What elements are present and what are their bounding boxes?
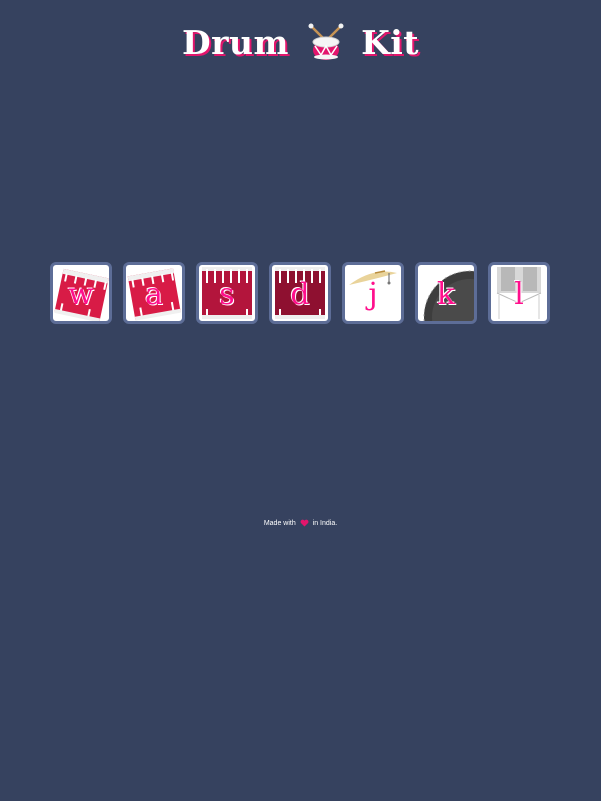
key-letter-a: a bbox=[145, 277, 163, 312]
drum-key-l[interactable]: l bbox=[488, 262, 550, 324]
key-letter-w: w bbox=[68, 277, 94, 312]
key-letter-l: l bbox=[514, 277, 524, 312]
footer-in-india: in India. bbox=[312, 519, 338, 527]
drum-key-a[interactable]: a bbox=[123, 262, 185, 324]
drum-key-w[interactable]: w bbox=[50, 262, 112, 324]
key-letter-s: s bbox=[219, 277, 235, 312]
footer-made-with: Made with bbox=[263, 519, 296, 527]
drum-key-d[interactable]: d bbox=[269, 262, 331, 324]
footer: Made with in India. bbox=[0, 519, 601, 527]
page-header: Drum Kit bbox=[0, 22, 601, 68]
drum-key-j[interactable]: j bbox=[342, 262, 404, 324]
heart-icon bbox=[300, 519, 309, 527]
key-letter-d: d bbox=[290, 277, 310, 312]
page-title-drum: Drum bbox=[181, 22, 289, 62]
drum-key-s[interactable]: s bbox=[196, 262, 258, 324]
drum-key-k[interactable]: k bbox=[415, 262, 477, 324]
page-title-kit: Kit bbox=[361, 22, 420, 62]
drum-icon bbox=[306, 22, 346, 62]
key-letter-j: j bbox=[368, 277, 378, 312]
drum-kit: w a s d j k l bbox=[50, 262, 550, 324]
key-letter-k: k bbox=[436, 277, 456, 312]
